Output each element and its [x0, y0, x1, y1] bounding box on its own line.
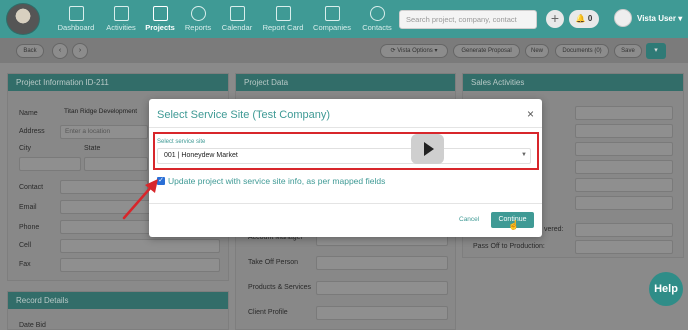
sales-field-5[interactable]: [575, 178, 673, 192]
calendar-icon: [229, 6, 245, 21]
service-site-select[interactable]: 001 | Honeydew Market: [157, 148, 531, 164]
project-data-title: Project Data: [236, 74, 455, 91]
cancel-button[interactable]: Cancel: [459, 216, 479, 223]
list-icon: [113, 6, 129, 21]
nav-contacts-label: Contacts: [362, 23, 392, 32]
modal-divider-top: [149, 127, 542, 128]
nav-activities-label: Activities: [106, 23, 136, 32]
documents-button[interactable]: Documents (0): [555, 44, 609, 58]
sales-field-6[interactable]: [575, 196, 673, 210]
sales-field-3[interactable]: [575, 142, 673, 156]
building-icon: [324, 6, 340, 21]
city-field[interactable]: [19, 157, 81, 171]
notifications-count: 0: [587, 14, 593, 23]
products-label: Products & Services: [248, 284, 312, 291]
prev-button[interactable]: ‹: [52, 43, 68, 59]
fax-field[interactable]: [60, 258, 220, 272]
back-button[interactable]: Back: [16, 44, 44, 58]
nav-companies-label: Companies: [313, 23, 351, 32]
user-name: Vista User: [637, 14, 676, 23]
client-profile-label: Client Profile: [248, 309, 288, 316]
modal-divider-bottom: [149, 203, 542, 204]
more-dropdown[interactable]: ▾: [646, 43, 666, 59]
fax-label: Fax: [19, 261, 31, 268]
take-off-field[interactable]: [316, 256, 448, 270]
sales-field-4[interactable]: [575, 160, 673, 174]
contact-label: Contact: [19, 184, 44, 191]
chevron-down-icon: ▾: [678, 14, 683, 23]
top-nav-bar: Dashboard Activities Projects Reports Ca…: [0, 0, 688, 38]
update-project-label: Update project with service site info, a…: [168, 176, 386, 186]
vista-options-label: Vista Options: [397, 48, 433, 54]
vista-options-button[interactable]: ⟳ Vista Options ▾: [380, 44, 448, 58]
name-field[interactable]: Titan Ridge Development: [60, 106, 148, 120]
close-icon[interactable]: ×: [527, 107, 534, 121]
notifications-button[interactable]: 🔔 0: [569, 10, 599, 28]
products-field[interactable]: [316, 281, 448, 295]
sales-activities-title: Sales Activities: [463, 74, 683, 91]
hand-cursor-icon: ☝: [508, 220, 520, 230]
nav-contacts[interactable]: Contacts: [351, 6, 403, 32]
help-button[interactable]: Help: [649, 272, 683, 306]
state-label: State: [84, 145, 101, 152]
sales-field-2[interactable]: [575, 124, 673, 138]
delivered-field[interactable]: [575, 223, 673, 237]
email-label: Email: [19, 204, 37, 211]
user-avatar[interactable]: [614, 9, 632, 27]
company-logo[interactable]: [6, 3, 40, 35]
generate-proposal-button[interactable]: Generate Proposal: [453, 44, 520, 58]
chevron-down-icon: ▼: [521, 152, 527, 158]
person-icon: [369, 6, 385, 21]
take-off-label: Take Off Person: [248, 259, 299, 266]
chart-icon: [68, 6, 84, 21]
nav-report-card-label: Report Card: [262, 23, 304, 32]
cell-label: Cell: [19, 242, 32, 249]
city-label: City: [19, 145, 32, 152]
record-details-title: Record Details: [8, 292, 228, 309]
nav-calendar-label: Calendar: [221, 23, 253, 32]
chevron-down-icon: ▾: [432, 48, 438, 54]
next-button[interactable]: ›: [72, 43, 88, 59]
project-info-title: Project Information ID-211: [8, 74, 228, 91]
target-icon: [190, 6, 206, 21]
add-button[interactable]: +: [546, 10, 564, 28]
select-service-site-modal: Select Service Site (Test Company) × Sel…: [149, 99, 542, 237]
play-icon: [424, 142, 434, 156]
save-button[interactable]: Save: [614, 44, 642, 58]
name-label: Name: [19, 110, 38, 117]
report-icon: [275, 6, 291, 21]
pass-off-field[interactable]: [575, 240, 673, 254]
phone-label: Phone: [19, 224, 40, 231]
state-field[interactable]: [84, 157, 148, 171]
address-field[interactable]: Enter a location: [60, 125, 148, 139]
client-profile-field[interactable]: [316, 306, 448, 320]
modal-title: Select Service Site (Test Company): [157, 109, 331, 121]
date-bid-label: Date Bid: [19, 322, 46, 329]
search-input[interactable]: Search project, company, contact: [399, 10, 537, 29]
delivered-label: vered:: [544, 226, 564, 233]
nav-calendar[interactable]: Calendar: [211, 6, 263, 32]
address-label: Address: [19, 128, 45, 135]
new-button[interactable]: New: [525, 44, 549, 58]
folder-icon: [152, 6, 168, 21]
red-arrow-annotation: [122, 179, 158, 220]
sales-field-1[interactable]: [575, 106, 673, 120]
service-site-label: Select service site: [157, 139, 206, 145]
nav-report-card[interactable]: Report Card: [257, 6, 309, 32]
user-menu[interactable]: Vista User ▾: [637, 14, 682, 23]
nav-reports-label: Reports: [184, 23, 212, 32]
cell-field[interactable]: [60, 239, 220, 253]
nav-projects-label: Projects: [145, 23, 175, 32]
nav-dashboard-label: Dashboard: [57, 23, 95, 32]
pass-off-label: Pass Off to Production:: [473, 243, 545, 250]
